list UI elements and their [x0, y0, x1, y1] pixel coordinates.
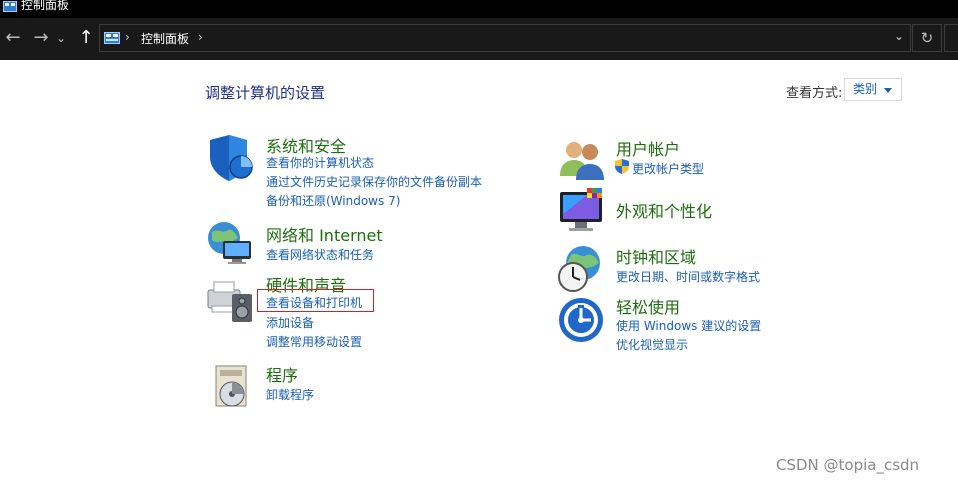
link-view-computer-status[interactable]: 查看你的计算机状态: [266, 154, 374, 171]
appearance-monitor-icon[interactable]: [557, 186, 607, 236]
category-title-user-accounts[interactable]: 用户帐户: [616, 136, 680, 160]
address-bar[interactable]: › 控制面板 › ⌄: [99, 24, 911, 52]
printer-speaker-icon[interactable]: [206, 274, 256, 324]
up-arrow-icon[interactable]: ↑: [75, 27, 97, 49]
network-globe-icon[interactable]: [206, 218, 256, 268]
link-backup-restore[interactable]: 备份和还原(Windows 7): [266, 192, 400, 209]
programs-disc-icon[interactable]: [210, 362, 260, 412]
link-add-device[interactable]: 添加设备: [266, 314, 314, 331]
page-title: 调整计算机的设置: [205, 84, 326, 102]
view-by-label: 查看方式:: [786, 86, 843, 101]
shield-icon[interactable]: [207, 133, 257, 183]
link-change-date-time-format[interactable]: 更改日期、时间或数字格式: [616, 268, 760, 285]
view-by-dropdown[interactable]: 类别: [844, 78, 902, 101]
category-title-appearance[interactable]: 外观和个性化: [616, 198, 712, 222]
uac-shield-icon: [615, 159, 629, 174]
link-optimize-visual-display[interactable]: 优化视觉显示: [616, 336, 688, 353]
category-title-ease-of-access[interactable]: 轻松使用: [616, 294, 680, 318]
title-bar: 控制面板: [0, 0, 958, 18]
breadcrumb-separator-icon[interactable]: ›: [125, 30, 130, 44]
breadcrumb-separator-icon[interactable]: ›: [198, 30, 203, 44]
category-title-network[interactable]: 网络和 Internet: [266, 222, 383, 246]
control-panel-icon: [3, 1, 17, 12]
breadcrumb[interactable]: 控制面板: [141, 30, 189, 47]
refresh-button[interactable]: ↻: [912, 24, 942, 52]
category-title-clock-region[interactable]: 时钟和区域: [616, 244, 696, 268]
link-uninstall-program[interactable]: 卸载程序: [266, 386, 314, 403]
control-panel-icon: [104, 32, 120, 44]
forward-arrow-icon[interactable]: →: [30, 27, 52, 49]
ease-of-access-icon[interactable]: [557, 296, 607, 346]
search-input[interactable]: [944, 24, 958, 52]
caret-down-icon: [884, 88, 892, 93]
link-view-network-status[interactable]: 查看网络状态和任务: [266, 246, 374, 263]
clock-globe-icon[interactable]: [557, 245, 607, 295]
window-title: 控制面板: [21, 0, 70, 12]
link-file-history-backup[interactable]: 通过文件历史记录保存你的文件备份副本: [266, 173, 482, 190]
address-dropdown-icon[interactable]: ⌄: [894, 29, 904, 43]
view-by-value: 类别: [853, 82, 878, 96]
watermark-text: CSDN @topia_csdn: [776, 456, 920, 474]
users-icon[interactable]: [557, 134, 607, 184]
link-windows-suggested-settings[interactable]: 使用 Windows 建议的设置: [616, 317, 761, 334]
recent-locations-chevron-icon[interactable]: ⌄: [54, 27, 68, 49]
link-change-account-type[interactable]: 更改帐户类型: [632, 160, 704, 177]
highlight-annotation: [257, 289, 374, 312]
category-title-programs[interactable]: 程序: [266, 362, 298, 386]
navigation-bar: ← → ⌄ ↑ › 控制面板 › ⌄ ↻: [0, 18, 958, 60]
link-mobility-settings[interactable]: 调整常用移动设置: [266, 333, 362, 350]
back-arrow-icon[interactable]: ←: [2, 27, 24, 49]
